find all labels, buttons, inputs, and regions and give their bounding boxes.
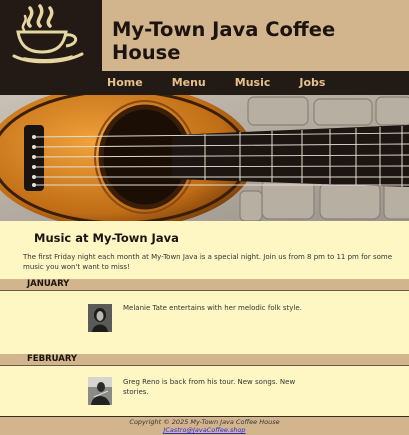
site-footer: Copyright © 2025 My-Town Java Coffee Hou…: [0, 416, 409, 435]
main-nav: Home Menu Music Jobs: [0, 71, 409, 95]
nav-music[interactable]: Music: [226, 71, 280, 95]
nav-jobs[interactable]: Jobs: [290, 71, 334, 95]
nav-menu[interactable]: Menu: [163, 71, 215, 95]
performer-photo: [88, 304, 112, 332]
copyright-text: Copyright © 2025 My-Town Java Coffee Hou…: [129, 418, 280, 426]
month-label: FEBRUARY: [27, 354, 78, 364]
intro-paragraph: The first Friday night each month at My-…: [23, 253, 392, 271]
month-label: JANUARY: [27, 279, 70, 289]
coffee-cup-logo: [0, 0, 102, 71]
event-description: Melanie Tate entertains with her melodic…: [123, 304, 302, 312]
hero-guitar-image: [0, 95, 409, 221]
month-bar-january: JANUARY: [0, 279, 409, 291]
event-description: Greg Reno is back from his tour. New son…: [123, 378, 296, 396]
site-header: My-Town Java Coffee House: [0, 0, 409, 71]
email-link[interactable]: JCastro@JavaCoffee.shop: [0, 426, 409, 434]
site-title: My-Town Java Coffee House: [112, 18, 336, 64]
nav-home[interactable]: Home: [98, 71, 152, 95]
coffee-cup-icon: [12, 4, 84, 64]
page: My-Town Java Coffee House Home Menu Musi…: [0, 0, 409, 435]
performer-photo: [88, 377, 112, 405]
month-bar-february: FEBRUARY: [0, 354, 409, 366]
music-heading: Music at My-Town Java: [34, 231, 179, 245]
